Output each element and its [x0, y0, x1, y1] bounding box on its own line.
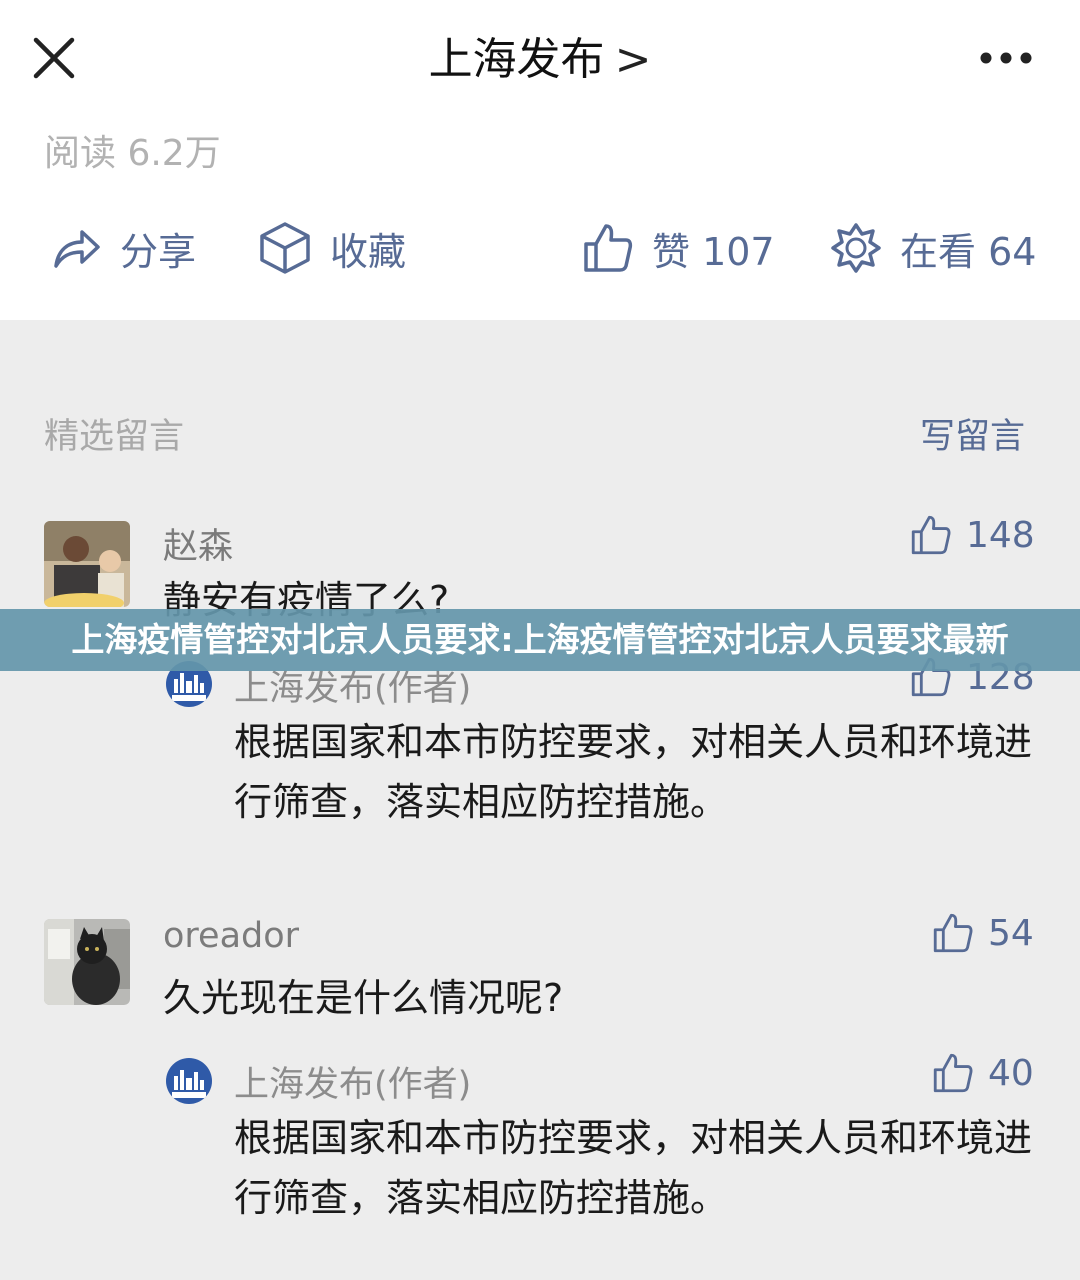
like-button[interactable]: 赞 107 [582, 218, 775, 278]
reply-content: 根据国家和本市防控要求，对相关人员和环境进行筛查，落实相应防控措施。 [234, 1116, 1033, 1220]
comment-like-count: 148 [966, 514, 1035, 556]
reply-author: 上海发布(作者) [234, 1065, 472, 1105]
watching-label: 在看 64 [900, 229, 1037, 274]
comment-like-button[interactable]: 148 [910, 514, 1035, 556]
comment-nickname: 赵森 [163, 527, 234, 567]
favorite-label: 收藏 [330, 229, 407, 274]
share-label: 分享 [120, 229, 197, 274]
read-count: 阅读 6.2万 [44, 133, 221, 174]
thumbs-up-icon [584, 224, 633, 272]
comment-content: 久光现在是什么情况呢? [163, 976, 564, 1020]
watching-icon [831, 223, 881, 273]
thumbs-up-icon [933, 1053, 973, 1093]
account-title[interactable]: 上海发布 > [0, 30, 1080, 90]
like-label: 赞 107 [652, 229, 775, 274]
more-icon [980, 52, 1032, 64]
reply-like-button[interactable]: 40 [932, 1052, 1034, 1094]
share-icon [54, 230, 100, 268]
favorite-icon [260, 222, 310, 274]
watching-button[interactable]: 在看 64 [830, 218, 1036, 278]
reply-like-count: 40 [988, 1052, 1034, 1094]
author-avatar [166, 1058, 212, 1104]
thumbs-up-icon [933, 913, 973, 953]
favorite-button[interactable]: 收藏 [258, 218, 406, 278]
thumbs-up-icon [911, 515, 951, 555]
headline-banner: 上海疫情管控对北京人员要求:上海疫情管控对北京人员要求最新 [0, 609, 1080, 671]
comment-like-count: 54 [988, 912, 1034, 954]
chevron-right-icon: > [614, 34, 652, 85]
reply-content: 根据国家和本市防控要求，对相关人员和环境进行筛查，落实相应防控措施。 [234, 720, 1033, 824]
avatar[interactable] [44, 521, 130, 607]
comment-like-button[interactable]: 54 [932, 912, 1034, 954]
write-comment-link[interactable]: 写留言 [920, 408, 1025, 459]
featured-comments-title: 精选留言 [44, 417, 185, 457]
comment-nickname: oreador [163, 916, 300, 956]
more-button[interactable] [978, 48, 1034, 68]
avatar[interactable] [44, 919, 130, 1005]
share-button[interactable]: 分享 [50, 218, 196, 278]
account-name: 上海发布 [428, 34, 605, 85]
